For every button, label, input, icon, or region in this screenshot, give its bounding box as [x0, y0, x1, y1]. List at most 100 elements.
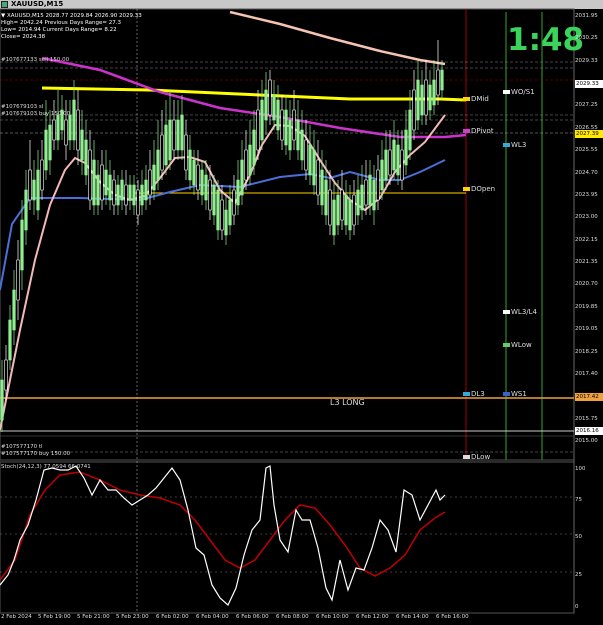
peach-moving-average — [229, 10, 446, 66]
candle-body — [224, 209, 228, 236]
dmid-marker-icon — [463, 97, 470, 101]
time-axis-label: 5 Feb 19:00 — [38, 614, 71, 620]
candle-body — [120, 179, 124, 201]
candle-body — [56, 114, 60, 141]
stoch-main-line — [0, 465, 446, 606]
candle-body — [276, 99, 280, 131]
candle-body — [136, 189, 140, 216]
candle-body — [408, 109, 412, 151]
candle-body — [156, 149, 160, 181]
time-axis-label: 6 Feb 12:00 — [356, 614, 389, 620]
wl3-marker-icon — [503, 143, 510, 147]
price-axis-label: 2023.95 — [575, 191, 598, 198]
candle-body — [284, 109, 288, 146]
candle-body — [108, 174, 112, 201]
candle-body — [396, 144, 400, 176]
price-axis-label: 2030.25 — [575, 35, 598, 42]
candle-body — [228, 199, 232, 226]
candle-body — [4, 359, 8, 391]
price-axis-label: 2029.33 — [575, 57, 598, 64]
candle-body — [160, 134, 164, 171]
candle-body — [308, 144, 312, 176]
order-label-buy-2[interactable]: #107577170 buy 150.00 — [1, 451, 70, 457]
candle-body — [128, 184, 132, 201]
candle-body — [200, 169, 204, 196]
candle-body — [132, 184, 136, 206]
level-ws1: WS1 — [503, 390, 527, 398]
candle-body — [252, 129, 256, 166]
candle-body — [180, 114, 184, 151]
ws1-marker-icon — [503, 392, 510, 396]
info-line-ohlc: ▼ XAUUSD,M15 2028.77 2029.84 2026.90 202… — [1, 13, 142, 19]
candle-body — [240, 159, 244, 196]
time-axis-label: 2 Feb 2024 — [1, 614, 32, 620]
level-dpivot: DPivot — [463, 127, 494, 135]
candle-body — [380, 159, 384, 191]
candle-body — [288, 119, 292, 151]
candle-body — [392, 139, 396, 171]
candle-body — [296, 119, 300, 151]
candle-body — [80, 129, 84, 161]
order-label-tl[interactable]: #107577170 tl — [1, 444, 43, 450]
candle-body — [428, 84, 432, 111]
price-axis-label: 2015.75 — [575, 415, 598, 422]
stoch-axis-label: 0 — [575, 604, 579, 610]
candle-body — [100, 164, 104, 201]
time-axis-label: 5 Feb 21:00 — [77, 614, 110, 620]
price-axis-label: 2015.00 — [575, 438, 598, 444]
candle-body — [8, 319, 12, 361]
candle-body — [188, 149, 192, 181]
candle-body — [424, 79, 428, 116]
candle-body — [356, 189, 360, 216]
candle-body — [52, 119, 56, 141]
candle-body — [12, 289, 16, 331]
price-axis-label: 2024.70 — [575, 169, 598, 176]
candle-body — [404, 129, 408, 166]
stoch-axis-label: 75 — [575, 497, 582, 503]
candle-body — [172, 119, 176, 151]
time-axis-label: 6 Feb 02:00 — [156, 614, 189, 620]
order-label-buy[interactable]: #107679103 buy 150.00 — [1, 111, 70, 117]
candle-body — [152, 164, 156, 191]
candle-body — [400, 149, 404, 181]
stochastic-label: Stoch(24,12,3) 77.0594 66.0741 — [1, 464, 91, 470]
candle-body — [48, 124, 52, 161]
candle-body — [368, 174, 372, 206]
candle-body — [112, 179, 116, 206]
order-label-sl[interactable]: #107679103 sl — [1, 104, 43, 110]
level-dmid: DMid — [463, 95, 489, 103]
candle-body — [88, 149, 92, 201]
l3-long-label: L3 LONG — [330, 398, 365, 407]
candle-body — [248, 144, 252, 176]
candle-body — [196, 164, 200, 191]
orange-price-box: 2017.42 — [575, 393, 603, 401]
time-axis-label: 6 Feb 10:00 — [316, 614, 349, 620]
candle-body — [336, 194, 340, 226]
order-label-sell[interactable]: #107677133 sell 150.00 — [1, 57, 69, 63]
candle-body — [312, 149, 316, 186]
candle-body — [184, 134, 188, 171]
dpivot-price-box: 2027.39 — [575, 130, 603, 138]
dl3-marker-icon — [463, 392, 470, 396]
time-axis-label: 6 Feb 08:00 — [276, 614, 309, 620]
level-wo-s1: WO/S1 — [503, 88, 535, 96]
candle-body — [388, 149, 392, 176]
candle-body — [300, 129, 304, 161]
candle-body — [16, 259, 20, 301]
time-axis-label: 5 Feb 23:00 — [116, 614, 149, 620]
current-price-box: 2029.33 — [575, 80, 603, 88]
candle-body — [348, 199, 352, 231]
price-axis-label: 2018.25 — [575, 348, 598, 355]
price-axis-label: 2027.25 — [575, 102, 598, 109]
candle-body — [204, 174, 208, 201]
yellow-level-line — [41, 86, 467, 102]
candle-body — [324, 179, 328, 216]
time-axis-label: 6 Feb 04:00 — [196, 614, 229, 620]
candle-body — [320, 169, 324, 206]
level-wlow: WLow — [503, 341, 532, 349]
candle-body — [36, 169, 40, 211]
stoch-pane-frame — [0, 461, 575, 614]
price-axis-label: 2031.95 — [575, 13, 598, 19]
candle-body — [92, 159, 96, 206]
candle-body — [316, 159, 320, 196]
